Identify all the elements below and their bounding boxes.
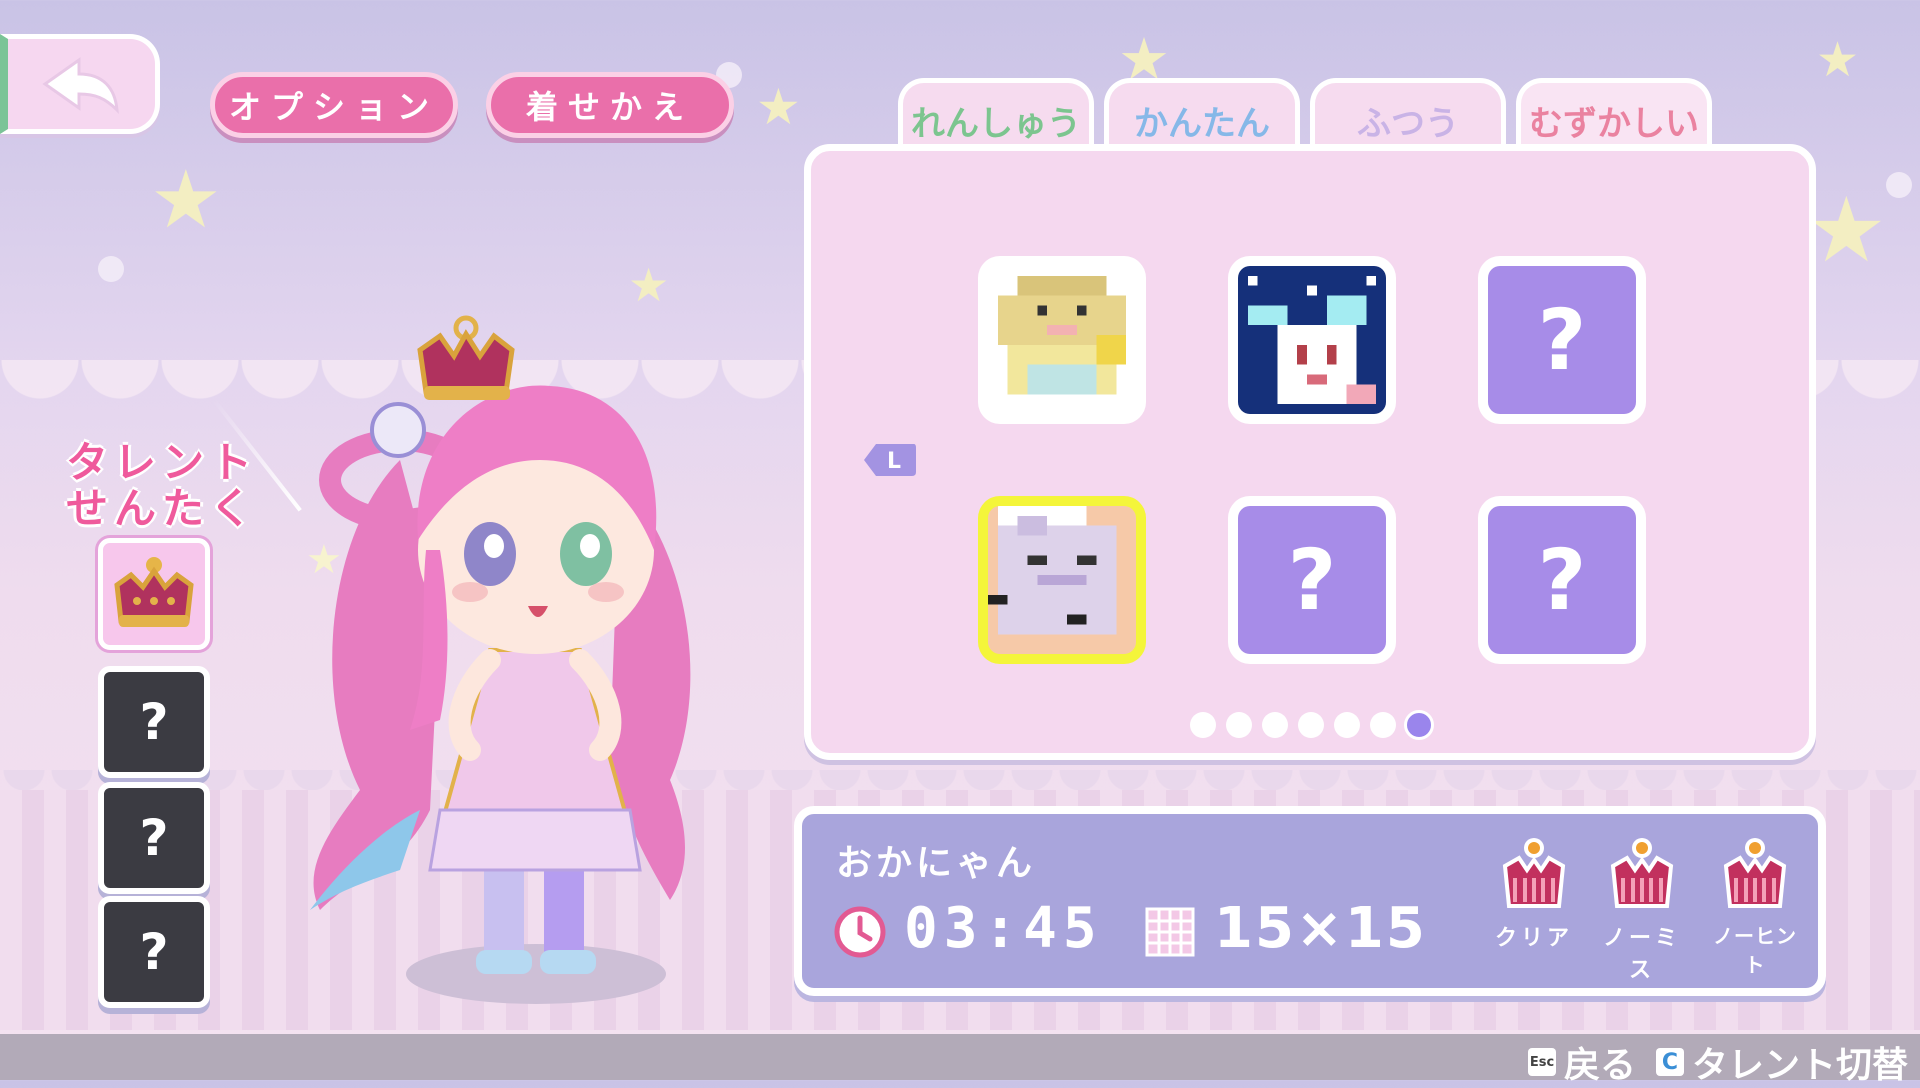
character-illustration (310, 315, 691, 1004)
page-dot-1[interactable] (1190, 712, 1216, 738)
dressup-button-label: 着せかえ (525, 88, 694, 126)
award-no-hint-label: ノーヒント (1713, 924, 1797, 977)
award-clear-label: クリア (1494, 926, 1573, 951)
options-button-label: オプション (228, 88, 439, 126)
talent-title-line2: せんたく (65, 484, 258, 533)
back-hint-label: 戻る (1564, 1045, 1637, 1086)
star-decoration-icon: ★ (756, 78, 801, 136)
page-dot-7-current[interactable] (1404, 710, 1434, 740)
puzzle-cell-4-selected[interactable] (978, 496, 1146, 664)
page-dot-2[interactable] (1226, 712, 1252, 738)
puzzle-cell-6[interactable]: ? (1478, 496, 1646, 664)
talent-slot-3[interactable]: ? (98, 782, 210, 894)
locked-question-icon: ? (139, 809, 169, 867)
locked-question-icon: ? (139, 923, 169, 981)
page-dot-3[interactable] (1262, 712, 1288, 738)
tab-easy-label: かんたん (1134, 104, 1270, 144)
switch-talent-label: タレント切替 (1692, 1045, 1909, 1086)
star-decoration-icon: ★ (628, 258, 670, 312)
tab-hard-label: むずかしい (1529, 104, 1699, 144)
background-dot (98, 256, 124, 282)
crown-award-icon (1502, 838, 1566, 908)
grid-size-icon (1145, 907, 1195, 957)
pixel-dog-icon (988, 266, 1136, 414)
page-dot-6[interactable] (1370, 712, 1396, 738)
star-decoration-icon: ★ (1816, 32, 1860, 88)
page-dot-4[interactable] (1298, 712, 1324, 738)
crown-award-icon (1610, 838, 1674, 908)
back-hint[interactable]: Esc 戻る (1528, 1036, 1636, 1088)
talent-slot-1[interactable] (98, 538, 210, 650)
page-dot-5[interactable] (1334, 712, 1360, 738)
puzzle-cell-3[interactable]: ? (1478, 256, 1646, 424)
puzzle-cell-5[interactable]: ? (1228, 496, 1396, 664)
locked-question-icon: ? (1488, 506, 1636, 654)
star-decoration-icon: ★ (150, 153, 222, 246)
best-time-value: 03:45 (904, 896, 1103, 961)
puzzle-name: おかにゃん (836, 843, 1037, 884)
talent-select-title: タレント せんたく (62, 440, 262, 532)
esc-key-icon: Esc (1528, 1048, 1556, 1076)
grid-size-value: 15×15 (1214, 896, 1427, 961)
award-no-miss-label: ノーミス (1602, 926, 1681, 983)
award-clear: クリア (1494, 836, 1574, 952)
crown-icon (114, 557, 194, 627)
pixel-cat-icon (988, 506, 1136, 654)
locked-question-icon: ? (1488, 266, 1636, 414)
award-no-hint: ノーヒント (1710, 836, 1800, 978)
dressup-button[interactable]: 着せかえ (486, 72, 734, 138)
clock-icon (834, 906, 886, 958)
options-button[interactable]: オプション (210, 72, 458, 138)
page-left-key-label: L (887, 449, 901, 474)
puzzle-grid-panel (804, 144, 1816, 760)
pixel-rabbit-icon (1238, 266, 1386, 414)
crown-award-icon (1723, 838, 1787, 908)
talent-title-line1: タレント (65, 438, 258, 487)
talent-slot-4[interactable]: ? (98, 896, 210, 1008)
switch-talent-hint[interactable]: C タレント切替 (1656, 1036, 1908, 1088)
puzzle-cell-1[interactable] (978, 256, 1146, 424)
star-decoration-icon: ★ (1806, 178, 1887, 283)
back-button[interactable] (0, 34, 160, 134)
tab-practice-label: れんしゅう (911, 104, 1081, 144)
locked-question-icon: ? (1238, 506, 1386, 654)
page-left-l-button[interactable]: L (862, 442, 918, 478)
tab-normal-label: ふつう (1357, 104, 1459, 144)
puzzle-cell-2[interactable] (1228, 256, 1396, 424)
locked-question-icon: ? (139, 693, 169, 751)
background-dot (1886, 172, 1912, 198)
talent-slot-2[interactable]: ? (98, 666, 210, 778)
back-arrow-icon (41, 57, 119, 114)
award-no-miss: ノーミス (1602, 836, 1682, 984)
c-key-icon: C (1656, 1048, 1684, 1076)
